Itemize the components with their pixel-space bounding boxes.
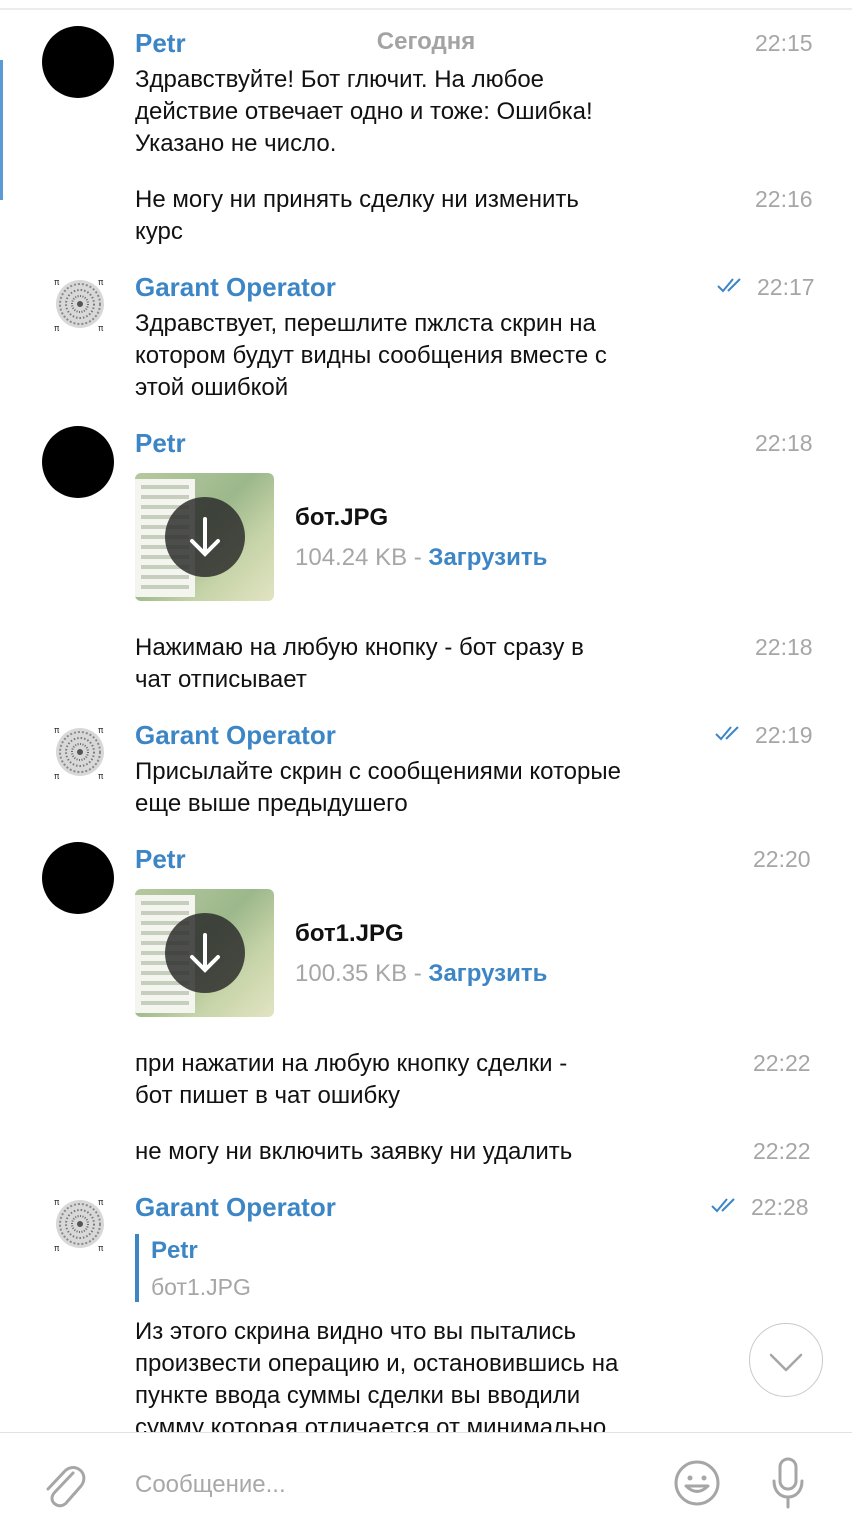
double-check-icon bbox=[715, 726, 739, 741]
message-time: 22:19 bbox=[755, 722, 813, 748]
svg-text:π: π bbox=[54, 324, 60, 332]
message-time: 22:28 bbox=[751, 1194, 809, 1220]
file-thumbnail[interactable] bbox=[135, 889, 274, 1017]
svg-text:π: π bbox=[98, 1198, 104, 1208]
top-divider bbox=[0, 8, 852, 10]
message-text: не могу ни включить заявку ни удалить bbox=[135, 1138, 573, 1165]
message-time: 22:17 bbox=[757, 274, 815, 300]
message-text: Здравствует, перешлите пжлста скрин на к… bbox=[135, 310, 607, 401]
svg-text:π: π bbox=[98, 726, 104, 736]
scroll-down-button[interactable] bbox=[749, 1323, 823, 1397]
svg-text:π: π bbox=[98, 772, 104, 780]
avatar-garant-operator[interactable]: π π π π bbox=[52, 724, 108, 780]
chevron-down-icon bbox=[769, 1353, 803, 1372]
message-time: 22:22 bbox=[753, 1138, 811, 1164]
avatar-petr[interactable] bbox=[42, 426, 114, 498]
svg-text:π: π bbox=[98, 1244, 104, 1252]
file-size: 104.24 KB - Загрузить bbox=[295, 544, 548, 571]
svg-text:π: π bbox=[98, 278, 104, 288]
sender-name[interactable]: Garant Operator bbox=[135, 272, 336, 303]
message-time: 22:15 bbox=[755, 30, 813, 56]
unread-indicator bbox=[0, 60, 3, 200]
file-name[interactable]: бот.JPG bbox=[295, 504, 388, 532]
date-separator: Сегодня bbox=[376, 28, 476, 55]
svg-text:π: π bbox=[54, 772, 60, 780]
message-input[interactable]: Сообщение... bbox=[135, 1471, 286, 1499]
svg-text:π: π bbox=[54, 278, 60, 288]
download-link[interactable]: Загрузить bbox=[428, 544, 547, 571]
double-check-icon bbox=[711, 1198, 735, 1213]
reply-text[interactable]: бот1.JPG bbox=[151, 1274, 251, 1301]
microphone-icon[interactable] bbox=[770, 1457, 806, 1509]
sender-name[interactable]: Garant Operator bbox=[135, 720, 336, 751]
message-time: 22:18 bbox=[755, 430, 813, 456]
avatar-garant-operator[interactable]: π π π π bbox=[52, 276, 108, 332]
message-text: Из этого скрина видно что вы пытались пр… bbox=[135, 1318, 619, 1432]
download-arrow-icon[interactable] bbox=[165, 913, 245, 993]
file-thumbnail[interactable] bbox=[135, 473, 274, 601]
message-text: Здравствуйте! Бот глючит. На любое дейст… bbox=[135, 66, 593, 157]
message-composer: Сообщение... bbox=[0, 1432, 852, 1531]
file-size: 100.35 KB - Загрузить bbox=[295, 960, 548, 987]
sender-name[interactable]: Petr bbox=[135, 844, 186, 875]
message-time: 22:16 bbox=[755, 186, 813, 212]
download-link[interactable]: Загрузить bbox=[428, 960, 547, 987]
sender-name[interactable]: Garant Operator bbox=[135, 1192, 336, 1223]
sender-name[interactable]: Petr bbox=[135, 428, 186, 459]
message-time: 22:22 bbox=[753, 1050, 811, 1076]
message-text: Нажимаю на любую кнопку - бот сразу в ча… bbox=[135, 634, 584, 693]
avatar-petr[interactable] bbox=[42, 842, 114, 914]
reply-sender[interactable]: Petr bbox=[151, 1237, 198, 1265]
reply-quote-bar bbox=[135, 1234, 139, 1302]
message-text: при нажатии на любую кнопку сделки - бот… bbox=[135, 1050, 568, 1109]
svg-text:π: π bbox=[98, 324, 104, 332]
double-check-icon bbox=[717, 278, 741, 293]
file-name[interactable]: бот1.JPG bbox=[295, 920, 404, 948]
sender-name[interactable]: Petr bbox=[135, 28, 186, 59]
avatar-garant-operator[interactable]: π π π π bbox=[52, 1196, 108, 1252]
message-text: Присылайте скрин с сообщениями которые е… bbox=[135, 758, 621, 817]
message-text: Не могу ни принять сделку ни изменить ку… bbox=[135, 186, 579, 245]
smiley-icon[interactable] bbox=[673, 1459, 721, 1507]
paperclip-icon[interactable] bbox=[40, 1459, 86, 1509]
message-time: 22:20 bbox=[753, 846, 811, 872]
svg-text:π: π bbox=[54, 726, 60, 736]
avatar-petr[interactable] bbox=[42, 26, 114, 98]
message-time: 22:18 bbox=[755, 634, 813, 660]
download-arrow-icon[interactable] bbox=[165, 497, 245, 577]
svg-text:π: π bbox=[54, 1244, 60, 1252]
svg-text:π: π bbox=[54, 1198, 60, 1208]
